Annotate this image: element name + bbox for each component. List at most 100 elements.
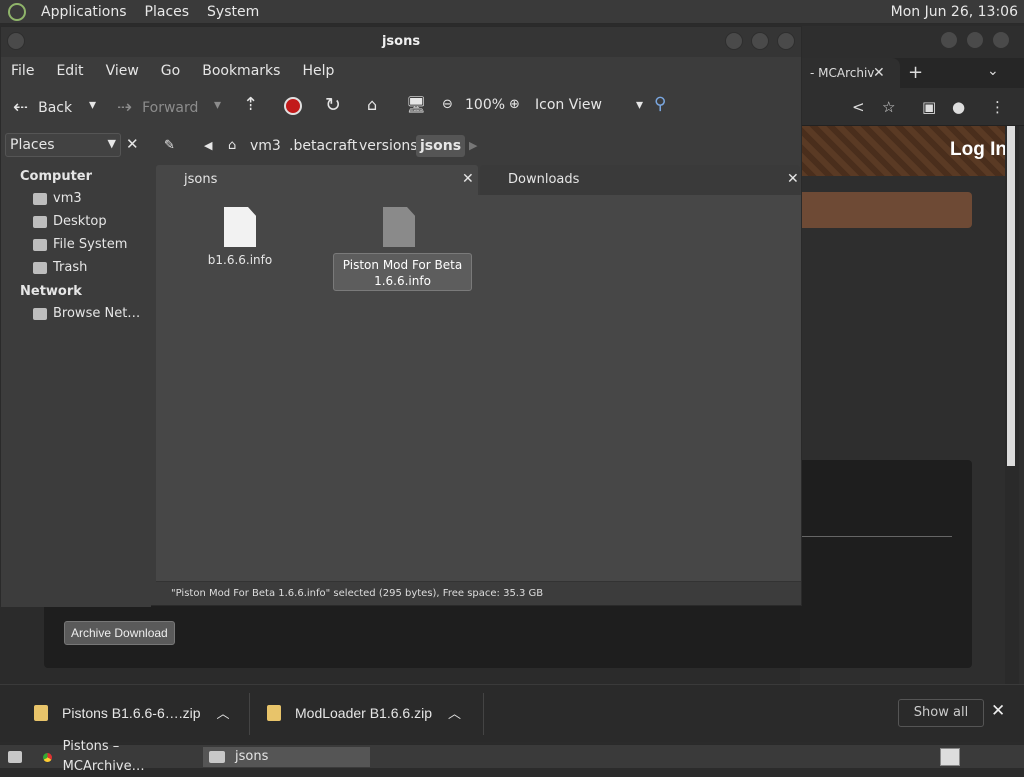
menu-go[interactable]: Go — [151, 63, 190, 79]
tab-downloads[interactable]: Downloads ✕ — [480, 165, 800, 195]
home-icon[interactable]: ⌂ — [367, 95, 377, 114]
bottom-taskbar: Pistons – MCArchive… jsons — [0, 739, 1024, 774]
archive-download-button[interactable]: Archive Download — [64, 621, 175, 645]
taskbar-item-browser[interactable]: Pistons – MCArchive… — [34, 739, 200, 774]
sidebar-selector-label: Places — [10, 137, 55, 153]
stop-button[interactable] — [284, 97, 302, 115]
menu-view[interactable]: View — [96, 63, 149, 79]
profile-avatar-icon[interactable]: ● — [952, 98, 965, 116]
tab-search-chevron-icon[interactable]: ⌄ — [987, 63, 999, 79]
forward-button[interactable]: ⇢ Forward — [117, 97, 198, 118]
panel-menu-applications[interactable]: Applications — [32, 4, 136, 20]
close-button[interactable] — [777, 32, 795, 50]
share-icon[interactable]: < — [852, 98, 865, 116]
computer-icon[interactable]: 🖥 — [406, 95, 426, 114]
home-folder-icon — [33, 192, 47, 205]
status-bar: "Piston Mod For Beta 1.6.6.info" selecte… — [156, 581, 801, 605]
bookmark-star-icon[interactable]: ☆ — [882, 98, 895, 116]
document-icon — [383, 207, 415, 247]
browser-tab[interactable]: - MCArchiv ✕ — [800, 58, 900, 88]
close-icon[interactable]: ✕ — [462, 171, 474, 187]
browser-close-button[interactable] — [992, 31, 1010, 49]
back-history-dropdown-icon[interactable]: ▾ — [89, 97, 96, 113]
browser-menu-icon[interactable]: ⋮ — [990, 98, 1005, 116]
login-link[interactable]: Log In — [950, 139, 1007, 161]
chevron-up-icon[interactable]: ︿ — [448, 703, 461, 722]
file-manager-window: jsons File Edit View Go Bookmarks Help ⇠… — [0, 26, 802, 607]
window-titlebar[interactable]: jsons — [1, 27, 801, 57]
panel-clock[interactable]: Mon Jun 26, 13:06 — [891, 4, 1018, 20]
breadcrumb-left-arrow-icon[interactable]: ◀ — [200, 135, 216, 157]
download-item[interactable]: Pistons B1.6.6-6….zip ︿ — [34, 703, 230, 722]
sidebar-selector[interactable]: Places ▼ — [5, 133, 121, 157]
sidebar-item-vm3[interactable]: vm3 — [33, 191, 82, 206]
file-item-selected[interactable] — [359, 207, 439, 253]
pane-tabs: jsons ✕ Downloads ✕ — [156, 165, 801, 195]
file-icon-view[interactable]: b1.6.6.info — [156, 195, 801, 581]
rename-text-line1: Piston Mod For Beta — [342, 258, 463, 272]
tab-jsons[interactable]: jsons ✕ — [156, 165, 478, 195]
menu-help[interactable]: Help — [292, 63, 344, 79]
window-menu-button[interactable] — [7, 32, 25, 50]
breadcrumb-betacraft[interactable]: .betacraft — [285, 135, 361, 157]
forward-history-dropdown-icon[interactable]: ▾ — [214, 97, 221, 113]
show-all-button[interactable]: Show all — [898, 699, 984, 727]
toolbar: ⇠ Back ▾ ⇢ Forward ▾ ⇡ ↻ ⌂ 🖥 ⊖ 100% ⊕ Ic… — [1, 85, 801, 129]
sidebar-item-file-system[interactable]: File System — [33, 237, 127, 252]
side-panel-icon[interactable]: ▣ — [922, 98, 936, 116]
browser-tabbar: - MCArchiv ✕ + ⌄ — [800, 58, 1024, 88]
search-icon[interactable]: ⚲ — [654, 94, 666, 114]
breadcrumb-right-arrow-icon[interactable]: ▶ — [465, 135, 481, 157]
sidebar-item-browse-network[interactable]: Browse Net… — [33, 306, 140, 321]
back-button[interactable]: ⇠ Back — [13, 97, 72, 118]
show-desktop-icon[interactable] — [2, 747, 24, 767]
window-title: jsons — [381, 34, 421, 49]
panel-menu-system[interactable]: System — [198, 4, 268, 20]
chevron-up-icon[interactable]: ︿ — [217, 703, 230, 722]
back-label: Back — [38, 99, 73, 116]
file-item[interactable]: b1.6.6.info — [200, 207, 280, 267]
zoom-in-icon[interactable]: ⊕ — [509, 97, 520, 112]
rename-field[interactable]: Piston Mod For Beta 1.6.6.info — [333, 253, 472, 291]
close-icon[interactable]: ✕ — [991, 701, 1005, 721]
minimize-button[interactable] — [725, 32, 743, 50]
breadcrumb-vm3[interactable]: vm3 — [246, 135, 285, 157]
sidebar-item-desktop[interactable]: Desktop — [33, 214, 107, 229]
workspace-switcher[interactable] — [934, 747, 960, 767]
menubar: File Edit View Go Bookmarks Help — [1, 57, 801, 85]
browser-scroll-thumb[interactable] — [1007, 126, 1015, 466]
forward-arrow-icon: ⇢ — [117, 97, 133, 118]
breadcrumb-jsons[interactable]: jsons — [416, 135, 466, 157]
close-icon[interactable]: ✕ — [787, 171, 799, 187]
download-item-name: Pistons B1.6.6-6….zip — [62, 704, 201, 721]
taskbar-item-label: jsons — [235, 749, 269, 764]
desktop-icon — [8, 751, 22, 763]
taskbar-item-jsons[interactable]: jsons — [203, 747, 370, 767]
new-tab-icon[interactable]: + — [908, 62, 923, 83]
sidebar-item-trash[interactable]: Trash — [33, 260, 87, 275]
sidebar-item-label: Trash — [53, 260, 88, 275]
panel-menu-places[interactable]: Places — [136, 4, 199, 20]
maximize-button[interactable] — [751, 32, 769, 50]
zoom-level[interactable]: 100% — [465, 97, 505, 113]
zoom-out-icon[interactable]: ⊖ — [442, 97, 453, 112]
browser-minimize-button[interactable] — [940, 31, 958, 49]
file-name: b1.6.6.info — [207, 253, 273, 267]
reload-icon[interactable]: ↻ — [325, 94, 341, 116]
browser-toolbar: < ☆ ▣ ● ⋮ — [800, 88, 1024, 126]
download-item[interactable]: ModLoader B1.6.6.zip ︿ — [267, 703, 461, 722]
top-panel: Applications Places System Mon Jun 26, 1… — [0, 0, 1024, 24]
browser-scrollbar[interactable] — [1005, 126, 1019, 684]
browser-maximize-button[interactable] — [966, 31, 984, 49]
location-bar: ✎ ◀ ⌂ vm3 .betacraft versions jsons ▶ — [156, 131, 801, 159]
up-arrow-icon[interactable]: ⇡ — [243, 94, 258, 115]
view-mode-select[interactable]: Icon View ▾ — [535, 97, 643, 113]
menu-edit[interactable]: Edit — [46, 63, 93, 79]
browser-tab-close-icon[interactable]: ✕ — [873, 65, 885, 81]
edit-location-icon[interactable]: ✎ — [160, 135, 179, 157]
sidebar-close-icon[interactable]: ✕ — [126, 135, 139, 153]
distro-logo-icon[interactable] — [8, 2, 26, 21]
breadcrumb-versions[interactable]: versions — [355, 135, 422, 157]
menu-bookmarks[interactable]: Bookmarks — [192, 63, 290, 79]
menu-file[interactable]: File — [1, 63, 44, 79]
